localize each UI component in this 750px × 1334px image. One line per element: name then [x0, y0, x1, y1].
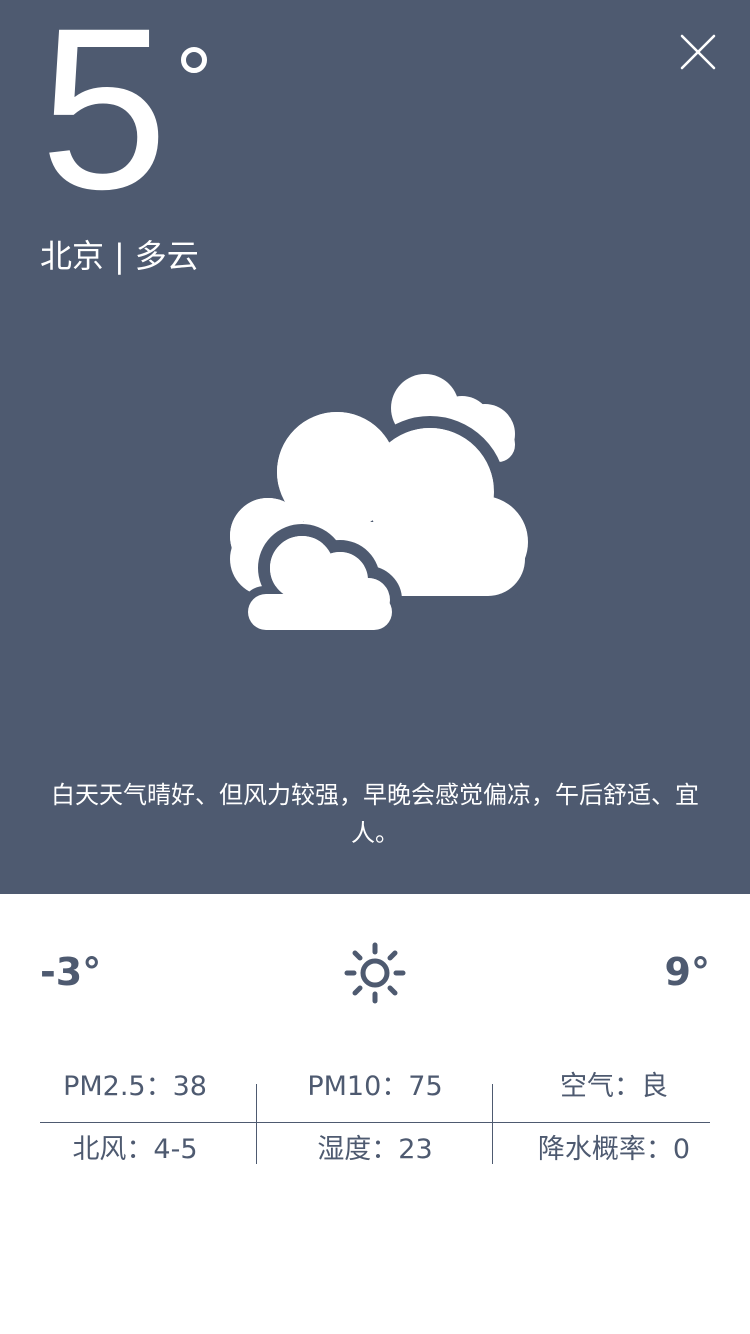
high-temperature: 9°	[664, 950, 710, 994]
current-temperature: 5	[40, 0, 168, 237]
forecast-panel: -3° 9° PM2.5：38 PM10：75 空气：良 北风：4-5 湿度：2…	[0, 894, 750, 1334]
sun-icon	[344, 942, 406, 1004]
pm25-value: PM2.5：38	[63, 1071, 207, 1102]
weather-condition: 多云	[134, 237, 199, 275]
close-icon	[680, 34, 716, 70]
city-name: 北京	[40, 237, 105, 275]
air-quality-value: 空气：良	[560, 1071, 668, 1102]
separator: |	[114, 237, 125, 275]
precipitation-value: 降水概率：0	[537, 1134, 691, 1165]
low-temperature: -3°	[40, 950, 102, 994]
degree-symbol	[181, 47, 207, 73]
grid-divider-horizontal	[40, 1122, 710, 1123]
pm10-value: PM10：75	[307, 1071, 443, 1102]
close-button[interactable]	[676, 30, 720, 74]
grid-divider-vertical	[256, 1084, 257, 1164]
location-condition: 北京 | 多云	[40, 234, 199, 278]
grid-divider-vertical	[492, 1084, 493, 1164]
weather-header: 5 北京 | 多云 白天天气晴好、但风力较强，早晚会感觉偏凉，午后舒适、宜人。	[0, 0, 750, 894]
partly-cloudy-icon	[220, 374, 530, 634]
wind-value: 北风：4-5	[72, 1134, 198, 1165]
humidity-value: 湿度：23	[317, 1134, 433, 1165]
weather-summary: 白天天气晴好、但风力较强，早晚会感觉偏凉，午后舒适、宜人。	[51, 781, 699, 847]
